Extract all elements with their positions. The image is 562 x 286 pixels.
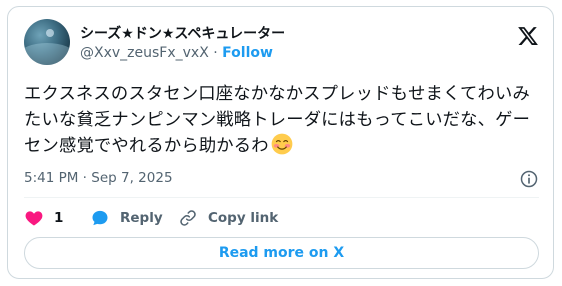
read-more-button[interactable]: Read more on X <box>24 237 539 269</box>
reply-button[interactable]: Reply <box>90 207 163 229</box>
read-more-label: Read more on X <box>218 245 345 261</box>
user-handle[interactable]: @Xxv_zeusFx_vxX <box>80 45 209 61</box>
tweet-card: シーズ★ドン★スペキュレーター @Xxv_zeusFx_vxX · Follow… <box>7 6 554 279</box>
meta-row: 5:41 PM · Sep 7, 2025 <box>24 170 539 190</box>
reply-label: Reply <box>120 210 163 226</box>
copy-link-label: Copy link <box>208 210 279 226</box>
action-bar: 1 Reply Copy link <box>24 207 539 229</box>
follow-button[interactable]: Follow <box>222 45 273 61</box>
copy-link-button[interactable]: Copy link <box>178 207 278 229</box>
x-logo-icon[interactable] <box>517 25 539 47</box>
handle-row: @Xxv_zeusFx_vxX · Follow <box>80 45 273 61</box>
reply-bubble-icon <box>92 210 108 226</box>
avatar[interactable] <box>24 19 70 65</box>
divider <box>24 197 539 198</box>
like-count: 1 <box>54 210 64 226</box>
link-icon <box>180 210 196 226</box>
heart-icon <box>25 211 43 226</box>
smiling-face-with-blush-icon <box>271 133 293 155</box>
tweet-text: エクスネスのスタセン口座なかなかスプレッドもせまくてわいみたいな貧乏ナンピンマン… <box>24 81 544 159</box>
separator-dot: · <box>213 45 218 61</box>
tweet-header: シーズ★ドン★スペキュレーター @Xxv_zeusFx_vxX · Follow <box>24 19 539 69</box>
info-icon[interactable] <box>519 169 539 189</box>
like-button[interactable]: 1 <box>24 207 63 229</box>
display-name[interactable]: シーズ★ドン★スペキュレーター <box>80 23 285 43</box>
timestamp[interactable]: 5:41 PM · Sep 7, 2025 <box>24 170 173 186</box>
